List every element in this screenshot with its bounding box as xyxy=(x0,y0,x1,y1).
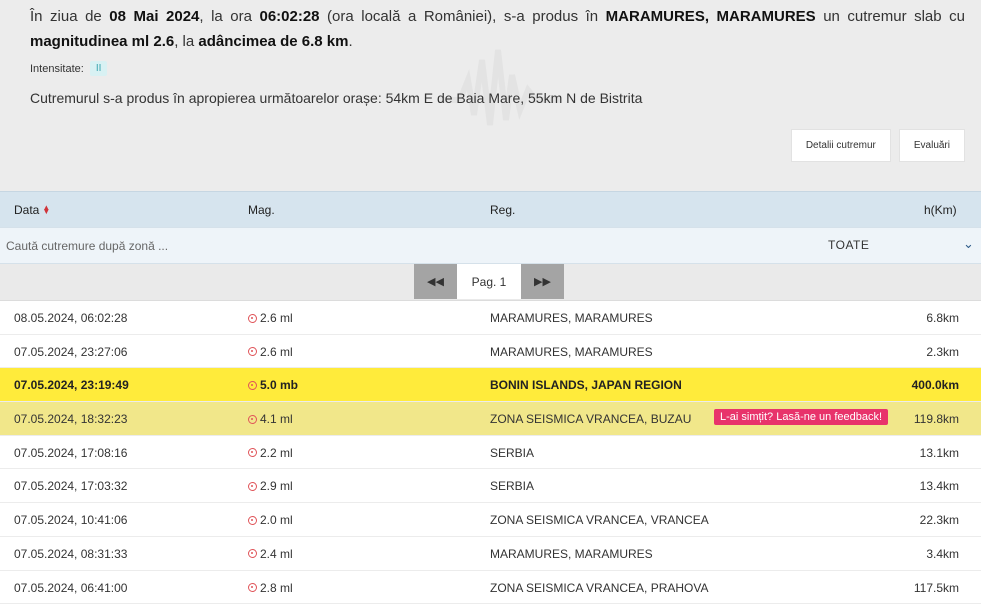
row-magnitude: 2.9 ml xyxy=(248,479,293,493)
pagination-row: ◀◀ Pag. 1 ▶▶ xyxy=(0,264,981,301)
table-header: Data ▲▼ Mag. Reg. h(Km) xyxy=(0,191,981,227)
quake-icon xyxy=(248,516,257,525)
row-region: SERBIA xyxy=(490,479,534,493)
summary-magnitude: magnitudinea ml 2.6 xyxy=(30,33,174,50)
next-page-button[interactable]: ▶▶ xyxy=(521,264,564,299)
table-row[interactable]: 07.05.2024, 08:31:33 2.4 ml MARAMURES, M… xyxy=(0,537,981,571)
row-magnitude: 2.4 ml xyxy=(248,547,293,561)
table-row-felt[interactable]: 07.05.2024, 18:32:23 4.1 ml ZONA SEISMIC… xyxy=(0,402,981,436)
row-date: 07.05.2024, 10:41:06 xyxy=(14,513,127,527)
chevron-down-icon[interactable]: ⌄ xyxy=(963,236,974,252)
row-depth: 6.8km xyxy=(926,311,959,325)
search-input[interactable] xyxy=(0,228,700,263)
quake-icon xyxy=(248,314,257,323)
row-region: MARAMURES, MARAMURES xyxy=(490,345,653,359)
row-magnitude: 2.6 ml xyxy=(248,311,293,325)
row-region: MARAMURES, MARAMURES xyxy=(490,311,653,325)
row-region: SERBIA xyxy=(490,446,534,460)
header-depth: h(Km) xyxy=(924,203,957,217)
header-magnitude: Mag. xyxy=(248,203,275,217)
summary-date: 08 Mai 2024 xyxy=(109,8,199,25)
quake-icon xyxy=(248,583,257,592)
row-depth: 13.4km xyxy=(920,479,959,493)
row-depth: 22.3km xyxy=(920,513,959,527)
row-date: 07.05.2024, 23:19:49 xyxy=(14,378,129,392)
row-depth: 400.0km xyxy=(912,378,959,392)
quake-icon xyxy=(248,381,257,390)
row-depth: 119.8km xyxy=(914,412,959,426)
intensity-badge: II xyxy=(90,61,108,76)
quake-icon xyxy=(248,347,257,356)
row-date: 07.05.2024, 08:31:33 xyxy=(14,547,127,561)
summary-actions: Detalii cutremur Evaluări xyxy=(791,129,965,162)
row-region: ZONA SEISMICA VRANCEA, PRAHOVA xyxy=(490,581,709,595)
table-row-highlighted[interactable]: 07.05.2024, 23:19:49 5.0 mb BONIN ISLAND… xyxy=(0,368,981,402)
header-region: Reg. xyxy=(490,203,515,217)
quake-icon xyxy=(248,448,257,457)
quake-icon xyxy=(248,549,257,558)
table-row[interactable]: 07.05.2024, 06:41:00 2.8 ml ZONA SEISMIC… xyxy=(0,571,981,604)
quake-icon xyxy=(248,415,257,424)
pagination: ◀◀ Pag. 1 ▶▶ xyxy=(414,264,564,299)
row-magnitude: 2.0 ml xyxy=(248,513,293,527)
row-depth: 117.5km xyxy=(914,581,959,595)
prev-page-button[interactable]: ◀◀ xyxy=(414,264,457,299)
row-magnitude: 2.8 ml xyxy=(248,581,293,595)
search-row: TOATE ⌄ xyxy=(0,227,981,264)
double-left-arrow-icon: ◀◀ xyxy=(427,275,444,288)
summary-zone: MARAMURES, MARAMURES xyxy=(606,8,816,25)
row-magnitude: 4.1 ml xyxy=(248,412,293,426)
row-date: 07.05.2024, 17:03:32 xyxy=(14,479,127,493)
filter-select[interactable]: TOATE xyxy=(828,238,869,252)
summary-time: 06:02:28 xyxy=(259,8,319,25)
row-date: 07.05.2024, 06:41:00 xyxy=(14,581,127,595)
quake-icon xyxy=(248,482,257,491)
header-date[interactable]: Data ▲▼ xyxy=(14,203,50,217)
table-row[interactable]: 07.05.2024, 17:08:16 2.2 ml SERBIA 13.1k… xyxy=(0,436,981,470)
summary-depth: adâncimea de 6.8 km xyxy=(198,33,348,50)
row-date: 07.05.2024, 17:08:16 xyxy=(14,446,127,460)
table-row[interactable]: 07.05.2024, 23:27:06 2.6 ml MARAMURES, M… xyxy=(0,335,981,369)
row-region: ZONA SEISMICA VRANCEA, BUZAU xyxy=(490,412,691,426)
row-region: MARAMURES, MARAMURES xyxy=(490,547,653,561)
row-date: 08.05.2024, 06:02:28 xyxy=(14,311,127,325)
row-magnitude: 5.0 mb xyxy=(248,378,298,392)
table-row[interactable]: 07.05.2024, 17:03:32 2.9 ml SERBIA 13.4k… xyxy=(0,469,981,503)
row-region: ZONA SEISMICA VRANCEA, VRANCEA xyxy=(490,513,709,527)
row-magnitude: 2.2 ml xyxy=(248,446,293,460)
double-right-arrow-icon: ▶▶ xyxy=(534,275,551,288)
table-row[interactable]: 08.05.2024, 06:02:28 2.6 ml MARAMURES, M… xyxy=(0,301,981,335)
row-region: BONIN ISLANDS, JAPAN REGION xyxy=(490,378,682,392)
sort-icon[interactable]: ▲▼ xyxy=(42,206,50,214)
row-depth: 13.1km xyxy=(920,446,959,460)
row-depth: 2.3km xyxy=(926,345,959,359)
intensity-row: Intensitate: II xyxy=(30,61,965,76)
row-date: 07.05.2024, 18:32:23 xyxy=(14,412,127,426)
earthquake-list: 08.05.2024, 06:02:28 2.6 ml MARAMURES, M… xyxy=(0,301,981,604)
page-number: Pag. 1 xyxy=(457,264,521,299)
header-date-label: Data xyxy=(14,203,39,217)
earthquake-summary-panel: În ziua de 08 Mai 2024, la ora 06:02:28 … xyxy=(0,0,981,191)
feedback-button[interactable]: L-ai simțit? Lasă-ne un feedback! xyxy=(714,409,888,425)
ratings-button[interactable]: Evaluări xyxy=(899,129,965,162)
details-button[interactable]: Detalii cutremur xyxy=(791,129,891,162)
row-date: 07.05.2024, 23:27:06 xyxy=(14,345,127,359)
summary-text: În ziua de 08 Mai 2024, la ora 06:02:28 … xyxy=(30,4,965,54)
row-depth: 3.4km xyxy=(926,547,959,561)
intensity-label: Intensitate: xyxy=(30,63,84,75)
table-row[interactable]: 07.05.2024, 10:41:06 2.0 ml ZONA SEISMIC… xyxy=(0,503,981,537)
nearby-cities-text: Cutremurul s-a produs în apropierea urmă… xyxy=(30,90,965,106)
row-magnitude: 2.6 ml xyxy=(248,345,293,359)
